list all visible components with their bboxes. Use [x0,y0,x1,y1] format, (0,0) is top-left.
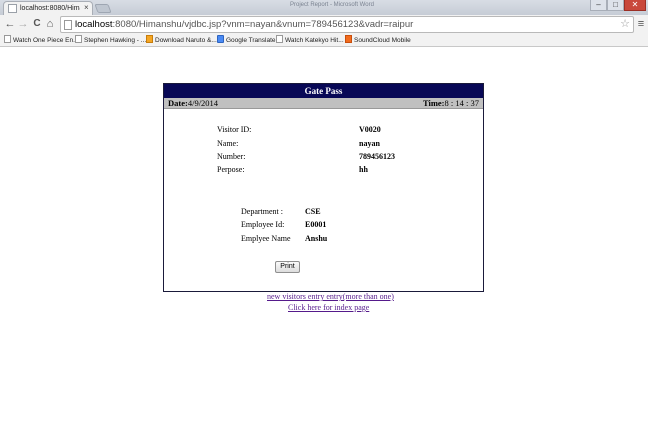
page-icon [8,4,17,13]
purpose-label: Perpose: [217,165,245,174]
browser-toolbar: ← → C ⌂ localhost:8080/Himanshu/vjdbc.js… [0,15,648,34]
tab-title: localhost:8080/Himanshu [20,5,80,12]
bookmark-item[interactable]: Stephen Hawking - ... [75,35,146,46]
bookmark-label: Stephen Hawking - ... [84,37,147,44]
name-label: Name: [217,139,239,148]
time-field: Time:8 : 14 : 37 [423,98,479,109]
time-label: Time: [422,98,445,108]
visitor-id-value: V0020 [359,125,381,134]
close-tab-icon[interactable]: × [84,3,89,13]
bookmarks-bar: Watch One Piece En... Stephen Hawking - … [0,34,648,47]
employee-name-label: Emplyee Name [241,234,291,243]
home-button[interactable]: ⌂ [44,17,56,31]
address-bar[interactable]: localhost:8080/Himanshu/vjdbc.jsp?vnm=na… [60,16,634,33]
url-host: localhost [75,19,113,30]
date-time-row: Date:4/9/2014 Time:8 : 14 : 37 [164,98,483,109]
window-title-bar: localhost:8080/Himanshu × Project Report… [0,0,648,15]
index-page-link[interactable]: Click here for index page [288,303,369,313]
window-controls: – □ ✕ [590,0,646,11]
number-value: 789456123 [359,152,395,161]
new-tab-button[interactable] [94,4,112,13]
gate-pass-title: Gate Pass [164,84,483,98]
bookmark-item[interactable]: SoundCloud Mobile [345,35,411,46]
number-label: Number: [217,152,246,161]
bookmark-item[interactable]: Google Translate [217,35,276,46]
new-visitor-entry-link[interactable]: new visitors entry entry(more than one) [267,292,394,302]
bookmark-label: Watch One Piece En... [13,37,79,44]
date-label: Date: [168,98,188,108]
google-translate-icon [217,35,224,43]
page-icon [276,35,283,43]
bookmark-item[interactable]: Download Naruto &... [146,35,217,46]
name-value: nayan [359,139,380,148]
forward-button[interactable]: → [17,17,29,31]
back-button[interactable]: ← [4,17,16,31]
bookmark-star-icon[interactable]: ☆ [620,18,630,31]
employee-id-value: E0001 [305,220,327,229]
date-value: 4/9/2014 [187,98,219,108]
naruto-icon [146,35,153,43]
purpose-value: hh [359,165,368,174]
date-field: Date:4/9/2014 [168,98,218,109]
department-label: Department : [241,207,283,216]
page-icon [4,35,11,43]
employee-name-value: Anshu [305,234,328,243]
reload-button[interactable]: C [31,17,43,31]
browser-tab[interactable]: localhost:8080/Himanshu × [3,1,93,15]
url-path: :8080/Himanshu/vjdbc.jsp?vnm=nayan&vnum=… [112,19,414,30]
bookmark-label: Download Naruto &... [155,37,217,44]
visitor-id-label: Visitor ID: [217,125,252,134]
employee-id-label: Employee Id: [241,220,285,229]
time-value: 8 : 14 : 37 [444,98,479,108]
bookmark-label: Google Translate [226,37,276,44]
bookmark-item[interactable]: Watch Katekyo Hit... [276,35,344,46]
page-icon [75,35,82,43]
gate-pass-card: Gate Pass Date:4/9/2014 Time:8 : 14 : 37… [163,83,484,292]
window-title: Project Report - Microsoft Word [290,2,374,8]
page-icon [64,20,72,30]
bookmark-item[interactable]: Watch One Piece En... [4,35,79,46]
bookmark-label: SoundCloud Mobile [354,37,411,44]
bookmark-label: Watch Katekyo Hit... [285,37,344,44]
browser-menu-icon[interactable]: ≡ [636,18,646,30]
department-value: CSE [305,207,321,216]
maximize-button[interactable]: □ [607,0,624,11]
print-button[interactable]: Print [275,261,300,273]
minimize-button[interactable]: – [590,0,607,11]
close-window-button[interactable]: ✕ [624,0,646,11]
url-text[interactable]: localhost:8080/Himanshu/vjdbc.jsp?vnm=na… [75,19,615,31]
soundcloud-icon [345,35,352,43]
